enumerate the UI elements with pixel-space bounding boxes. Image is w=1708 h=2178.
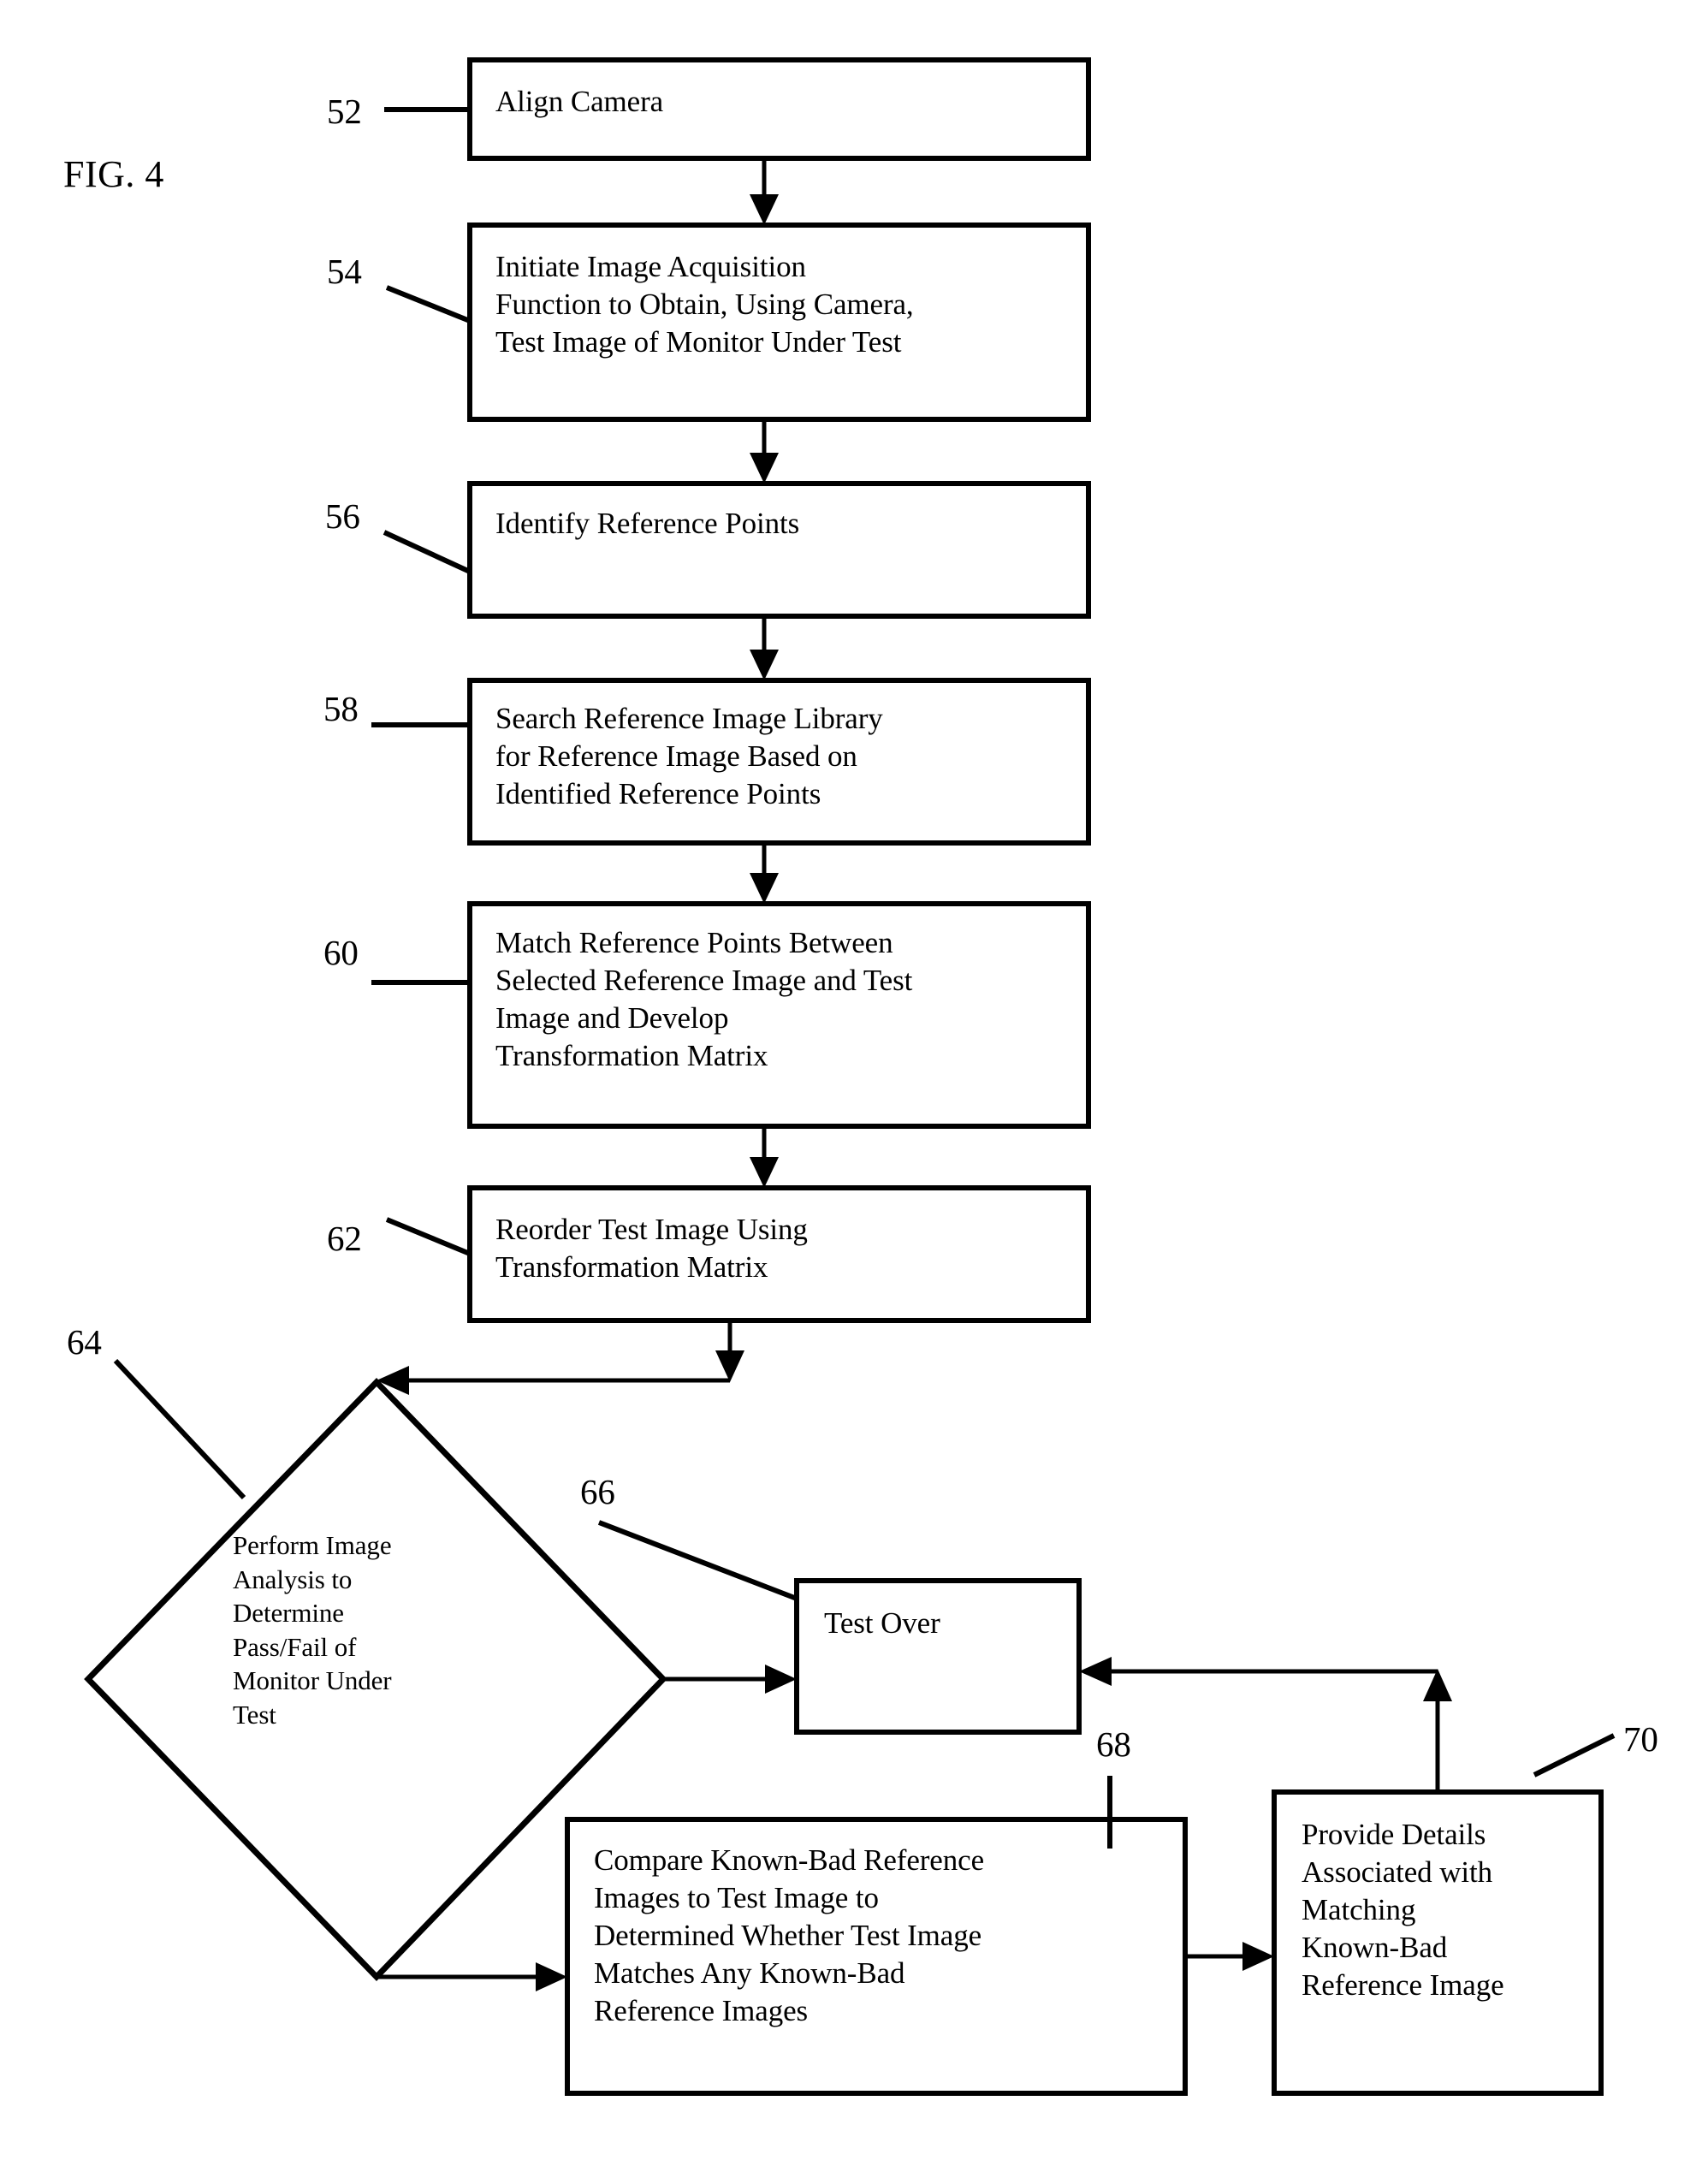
box-52-label: Align Camera — [495, 85, 664, 118]
ref-numeral-58: 58 — [323, 689, 359, 728]
ref-numeral-64: 64 — [67, 1322, 102, 1362]
arrow-58-to-60 — [750, 843, 779, 904]
box-66-label: Test Over — [824, 1606, 940, 1640]
arrow-68-to-70 — [1185, 1942, 1274, 1971]
ref-numeral-66: 66 — [580, 1472, 615, 1511]
arrow-60-to-62 — [750, 1126, 779, 1188]
box-66 — [794, 1578, 1082, 1735]
box-60-label: Match Reference Points Between Selected … — [495, 926, 913, 1072]
ref-numeral-70: 70 — [1623, 1719, 1658, 1759]
leader-54 — [385, 285, 471, 323]
leader-56 — [383, 530, 471, 574]
ref-numeral-60: 60 — [323, 933, 359, 972]
leader-64 — [113, 1358, 246, 1500]
box-58-label: Search Reference Image Library for Refer… — [495, 702, 883, 810]
arrow-56-to-58 — [750, 616, 779, 680]
leader-70 — [1533, 1733, 1616, 1777]
arrow-54-to-56 — [750, 419, 779, 484]
leader-66 — [597, 1520, 798, 1601]
arrow-70-to-66 — [1079, 1657, 1452, 1792]
ref-numeral-68: 68 — [1096, 1724, 1131, 1764]
leader-62 — [385, 1217, 471, 1256]
box-54-label: Initiate Image Acquisition Function to O… — [495, 250, 914, 359]
box-62-label: Reorder Test Image Using Transformation … — [495, 1213, 808, 1284]
box-56 — [467, 481, 1091, 619]
ref-numeral-62-value: 62 — [327, 1219, 362, 1258]
box-68-label: Compare Known-Bad Reference Images to Te… — [594, 1843, 985, 2027]
ref-numeral-64: 62 — [327, 1186, 362, 1256]
arrow-62-to-64 — [377, 1320, 744, 1395]
arrow-64-to-68 — [377, 1962, 567, 1991]
box-56-label: Identify Reference Points — [495, 507, 800, 540]
ref-numeral-54: 54 — [327, 252, 362, 291]
arrow-52-to-54 — [750, 158, 779, 225]
figure-label: FIG. 4 — [63, 153, 164, 195]
ref-numeral-52: 52 — [327, 92, 362, 131]
box-70-label: Provide Details Associated with Matching… — [1302, 1818, 1504, 2002]
arrow-64-to-66 — [663, 1665, 797, 1694]
ref-numeral-56: 56 — [325, 496, 360, 536]
diamond-64-label: Perform Image Analysis to Determine Pass… — [233, 1530, 392, 1730]
patent-figure: FIG. 4 52 54 56 58 60 62 64 66 68 70 Ali… — [0, 0, 1708, 2178]
